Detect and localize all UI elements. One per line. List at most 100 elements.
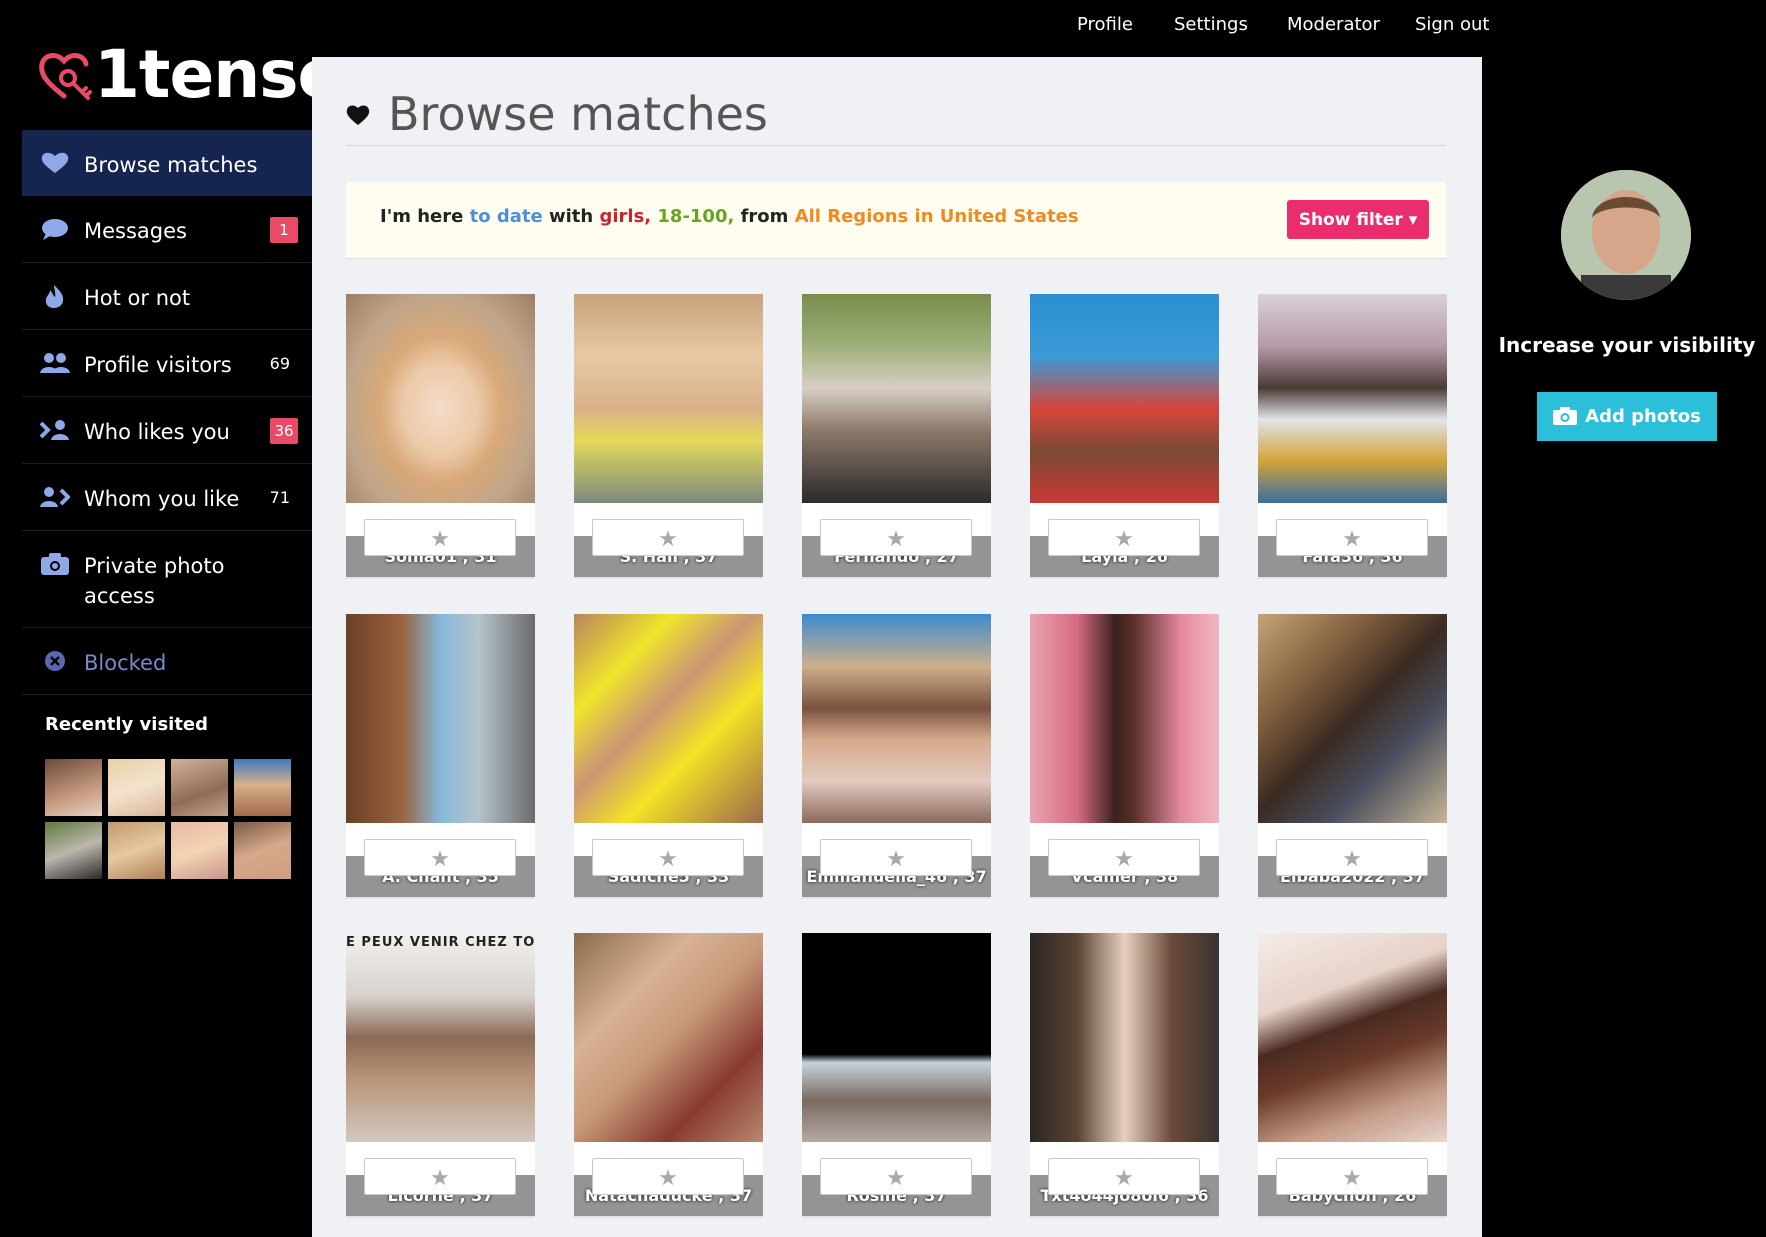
filter-intent: to date (469, 206, 543, 227)
profile-card[interactable]: Layla , 26 ★ (1030, 294, 1219, 579)
recent-visit-thumbnail[interactable] (108, 822, 165, 879)
user-avatar[interactable] (1561, 170, 1691, 300)
sidebar-item-who-likes-you[interactable]: Who likes you 36 (22, 397, 312, 464)
filter-text-part: I'm here (380, 206, 470, 227)
favorite-star-button[interactable]: ★ (1048, 519, 1200, 556)
profile-card[interactable]: Elbaba2022 , 37 ★ (1258, 614, 1447, 899)
profile-photo[interactable] (574, 933, 763, 1142)
profile-photo[interactable] (574, 294, 763, 503)
sidebar: Browse matches Messages 1 Hot or not Pro… (22, 130, 312, 695)
star-icon: ★ (658, 846, 678, 871)
profile-card[interactable]: E PEUX VENIR CHEZ TO Licorne , 37 ★ (346, 933, 535, 1218)
block-icon (45, 651, 65, 671)
logo-text: 1tense (94, 36, 342, 113)
favorite-star-button[interactable]: ★ (364, 839, 516, 876)
sidebar-item-whom-you-like[interactable]: Whom you like 71 (22, 464, 312, 531)
favorite-star-button[interactable]: ★ (1276, 839, 1428, 876)
star-icon: ★ (430, 526, 450, 551)
profile-card[interactable]: A. Chant , 35 ★ (346, 614, 535, 899)
profile-card[interactable]: Emmanuella_46 , 37 ★ (802, 614, 991, 899)
favorite-star-button[interactable]: ★ (592, 839, 744, 876)
show-filter-button[interactable]: Show filter ▾ (1287, 200, 1429, 239)
add-photos-button[interactable]: Add photos (1537, 392, 1717, 441)
chat-bubble-icon (42, 219, 68, 240)
who-likes-you-badge: 36 (270, 418, 298, 444)
favorite-star-button[interactable]: ★ (820, 1158, 972, 1195)
profile-visitors-count: 69 (269, 354, 290, 373)
profile-card[interactable]: Babychon , 26 ★ (1258, 933, 1447, 1218)
profile-photo[interactable] (802, 614, 991, 823)
favorite-star-button[interactable]: ★ (1276, 519, 1428, 556)
outgoing-user-icon (40, 487, 70, 507)
favorite-star-button[interactable]: ★ (364, 1158, 516, 1195)
profile-photo[interactable] (574, 614, 763, 823)
recent-visit-thumbnail[interactable] (171, 759, 228, 816)
sidebar-item-browse-matches[interactable]: Browse matches (22, 130, 312, 196)
favorite-star-button[interactable]: ★ (592, 1158, 744, 1195)
filter-summary-text: I'm here to date with girls, 18-100, fro… (380, 206, 1079, 227)
profile-card[interactable]: Vcamer , 38 ★ (1030, 614, 1219, 899)
filter-text-part: with (542, 206, 600, 227)
profile-photo[interactable] (346, 614, 535, 823)
profile-card[interactable]: Natachaducke , 37 ★ (574, 933, 763, 1218)
star-icon: ★ (1342, 1165, 1362, 1190)
sidebar-item-blocked[interactable]: Blocked (22, 628, 312, 695)
favorite-star-button[interactable]: ★ (592, 519, 744, 556)
star-icon: ★ (658, 1165, 678, 1190)
sidebar-item-label: Who likes you (84, 420, 230, 444)
nav-moderator-link[interactable]: Moderator (1287, 14, 1380, 35)
favorite-star-button[interactable]: ★ (820, 839, 972, 876)
profile-photo[interactable] (1258, 294, 1447, 503)
nav-profile-link[interactable]: Profile (1077, 14, 1133, 35)
favorite-star-button[interactable]: ★ (1048, 839, 1200, 876)
favorite-star-button[interactable]: ★ (1048, 1158, 1200, 1195)
sidebar-item-messages[interactable]: Messages 1 (22, 196, 312, 263)
filter-text-part: from (734, 206, 795, 227)
profile-card[interactable]: Sadiche5 , 33 ★ (574, 614, 763, 899)
profile-photo[interactable] (1030, 294, 1219, 503)
profile-card[interactable]: Txt4o44jo8oi6 , 36 ★ (1030, 933, 1219, 1218)
profile-card[interactable]: Fernando , 27 ★ (802, 294, 991, 579)
star-icon: ★ (1342, 846, 1362, 871)
profile-photo[interactable] (1258, 614, 1447, 823)
profile-photo[interactable] (1030, 614, 1219, 823)
whom-you-like-count: 71 (269, 488, 290, 507)
profile-photo[interactable] (1258, 933, 1447, 1142)
nav-settings-link[interactable]: Settings (1174, 14, 1248, 35)
title-divider (346, 145, 1446, 146)
sidebar-item-label: Private photo access (84, 554, 225, 608)
recent-visit-thumbnail[interactable] (171, 822, 228, 879)
camera-icon (1553, 407, 1578, 425)
favorite-star-button[interactable]: ★ (820, 519, 972, 556)
profile-card[interactable]: Rosine , 37 ★ (802, 933, 991, 1218)
recent-visit-thumbnail[interactable] (234, 759, 291, 816)
avatar-face-image (1561, 170, 1691, 300)
profile-photo[interactable] (346, 294, 535, 503)
favorite-star-button[interactable]: ★ (1276, 1158, 1428, 1195)
profile-photo[interactable] (802, 294, 991, 503)
profile-photo[interactable] (802, 933, 991, 1142)
photo-caption-text: E PEUX VENIR CHEZ TO (346, 935, 535, 950)
favorite-star-button[interactable]: ★ (364, 519, 516, 556)
nav-signout-link[interactable]: Sign out (1415, 14, 1489, 35)
increase-visibility-title: Increase your visibility (1498, 333, 1756, 357)
star-icon: ★ (430, 1165, 450, 1190)
sidebar-item-hot-or-not[interactable]: Hot or not (22, 263, 312, 330)
star-icon: ★ (430, 846, 450, 871)
flame-icon (45, 285, 64, 308)
recent-visit-thumbnail[interactable] (45, 822, 102, 879)
heart-icon (41, 152, 69, 173)
profile-card[interactable]: S. Hall , 37 ★ (574, 294, 763, 579)
recent-visit-thumbnail[interactable] (234, 822, 291, 879)
recent-visit-thumbnail[interactable] (45, 759, 102, 816)
sidebar-item-label: Blocked (84, 651, 167, 675)
sidebar-item-profile-visitors[interactable]: Profile visitors 69 (22, 330, 312, 397)
profile-photo[interactable] (1030, 933, 1219, 1142)
recent-visit-thumbnail[interactable] (108, 759, 165, 816)
site-logo[interactable]: 1tense (36, 36, 342, 113)
profile-card[interactable]: Sonia01 , 31 ★ (346, 294, 535, 579)
profile-card[interactable]: Fafa36 , 36 ★ (1258, 294, 1447, 579)
profile-photo[interactable]: E PEUX VENIR CHEZ TO (346, 933, 535, 1142)
sidebar-item-private-photo-access[interactable]: Private photo access (22, 531, 312, 628)
add-photos-label: Add photos (1585, 406, 1701, 427)
